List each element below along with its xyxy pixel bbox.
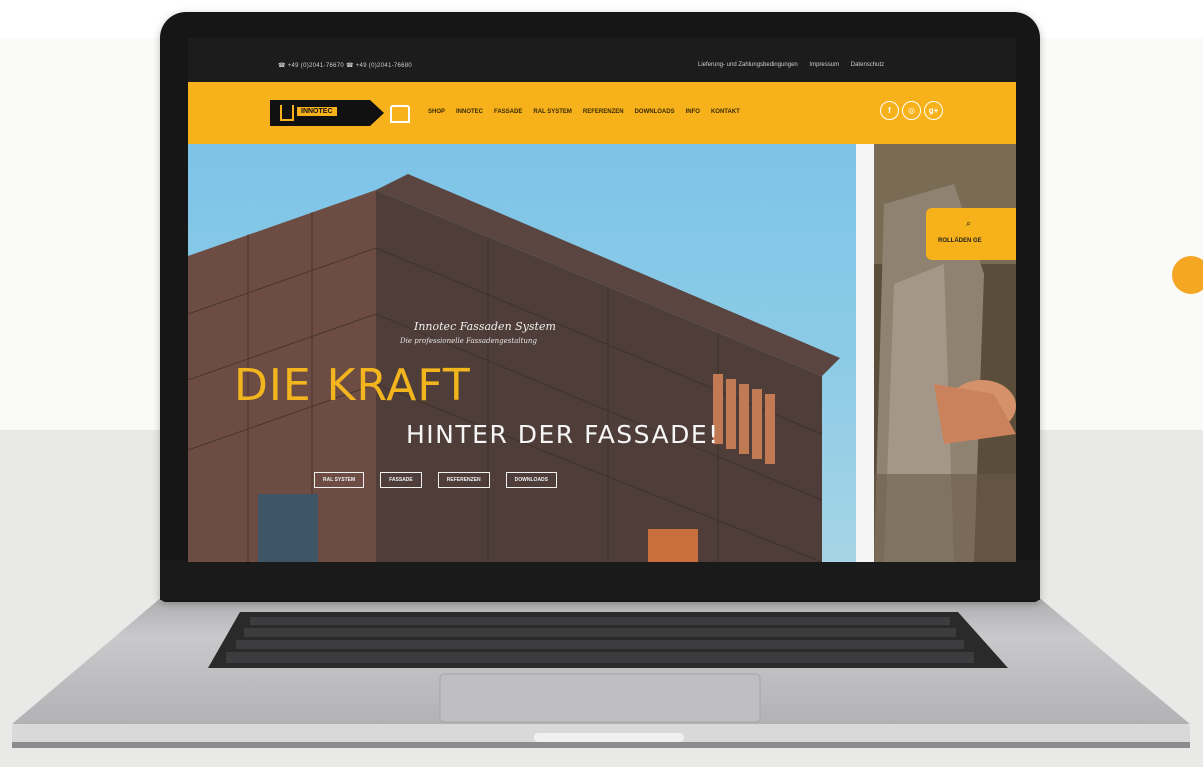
trackpad[interactable] [439, 673, 761, 723]
menu-item-shop[interactable]: SHOP [428, 109, 445, 115]
link-imprint[interactable]: Impressum [809, 62, 839, 68]
orange-circle-decoration [1172, 256, 1203, 294]
logo-text: INNOTEC [296, 106, 338, 117]
menu-item-referenzen[interactable]: REFERENZEN [583, 109, 624, 115]
laptop-bezel-bottom [160, 560, 1040, 600]
menu-item-innotec[interactable]: INNOTEC [456, 109, 483, 115]
menu-item-fassade[interactable]: FASSADE [494, 109, 522, 115]
link-delivery-terms[interactable]: Lieferung- und Zahlungsbedingungen [698, 62, 798, 68]
hero-button-downloads[interactable]: DOWNLOADS [505, 472, 558, 488]
menu-item-info[interactable]: INFO [686, 109, 700, 115]
menu-item-kontakt[interactable]: KONTAKT [711, 109, 740, 115]
hero-script-subtitle: Die professionelle Fassadengestaltung [400, 337, 537, 345]
building-facade-image [188, 174, 840, 562]
logo-arrow [370, 100, 384, 126]
laptop-base [12, 590, 1190, 748]
side-tab-label: ROLLÄDEN GE [938, 238, 982, 244]
laptop-shadow-edge [12, 742, 1190, 748]
shutter-icon [390, 105, 410, 123]
menu-items: SHOP INNOTEC FASSADE RAL SYSTEM REFERENZ… [428, 109, 740, 115]
link-privacy[interactable]: Datenschutz [851, 62, 884, 68]
hero-buttons: RAL SYSTEM FASSADE REFERENZEN DOWNLOADS [314, 472, 558, 488]
hero-button-referenzen[interactable]: REFERENZEN [437, 472, 490, 488]
slider-gap [856, 144, 874, 562]
site-logo[interactable]: INNOTEC [270, 100, 410, 126]
handshake-image [874, 144, 1016, 562]
menu-item-downloads[interactable]: DOWNLOADS [635, 109, 675, 115]
social-icons: f ◎ g+ [880, 101, 943, 120]
hero-button-ral-system[interactable]: RAL SYSTEM [314, 472, 365, 488]
top-contact-bar: ☎ +49 (0)2041-76670 ☎ +49 (0)2041-76680 … [188, 38, 1016, 82]
hero-section: Innotec Fassaden System Die professionel… [188, 144, 856, 562]
facebook-icon[interactable]: f [880, 101, 899, 120]
hero-headline: DIE KRAFT [234, 360, 471, 411]
phone-numbers[interactable]: ☎ +49 (0)2041-76670 ☎ +49 (0)2041-76680 [278, 62, 412, 69]
hero-subline: HINTER DER FASSADE! [406, 420, 720, 449]
search-icon: ⌕ [966, 218, 972, 228]
next-slide-preview[interactable] [874, 144, 1016, 562]
instagram-icon[interactable]: ◎ [902, 101, 921, 120]
keyboard-keys [226, 617, 974, 663]
hero-button-fassade[interactable]: FASSADE [380, 472, 422, 488]
menu-item-ral-system[interactable]: RAL SYSTEM [533, 109, 572, 115]
laptop-notch [534, 733, 684, 742]
logo-mark-icon [280, 105, 294, 121]
top-links: Lieferung- und Zahlungsbedingungen Impre… [698, 62, 894, 68]
googleplus-icon[interactable]: g+ [924, 101, 943, 120]
hero-script-title: Innotec Fassaden System [414, 320, 556, 333]
main-navigation: INNOTEC SHOP INNOTEC FASSADE RAL SYSTEM … [188, 82, 1016, 144]
side-search-tab[interactable]: ⌕ ROLLÄDEN GE [926, 208, 1016, 260]
laptop-screen: ☎ +49 (0)2041-76670 ☎ +49 (0)2041-76680 … [188, 38, 1016, 562]
